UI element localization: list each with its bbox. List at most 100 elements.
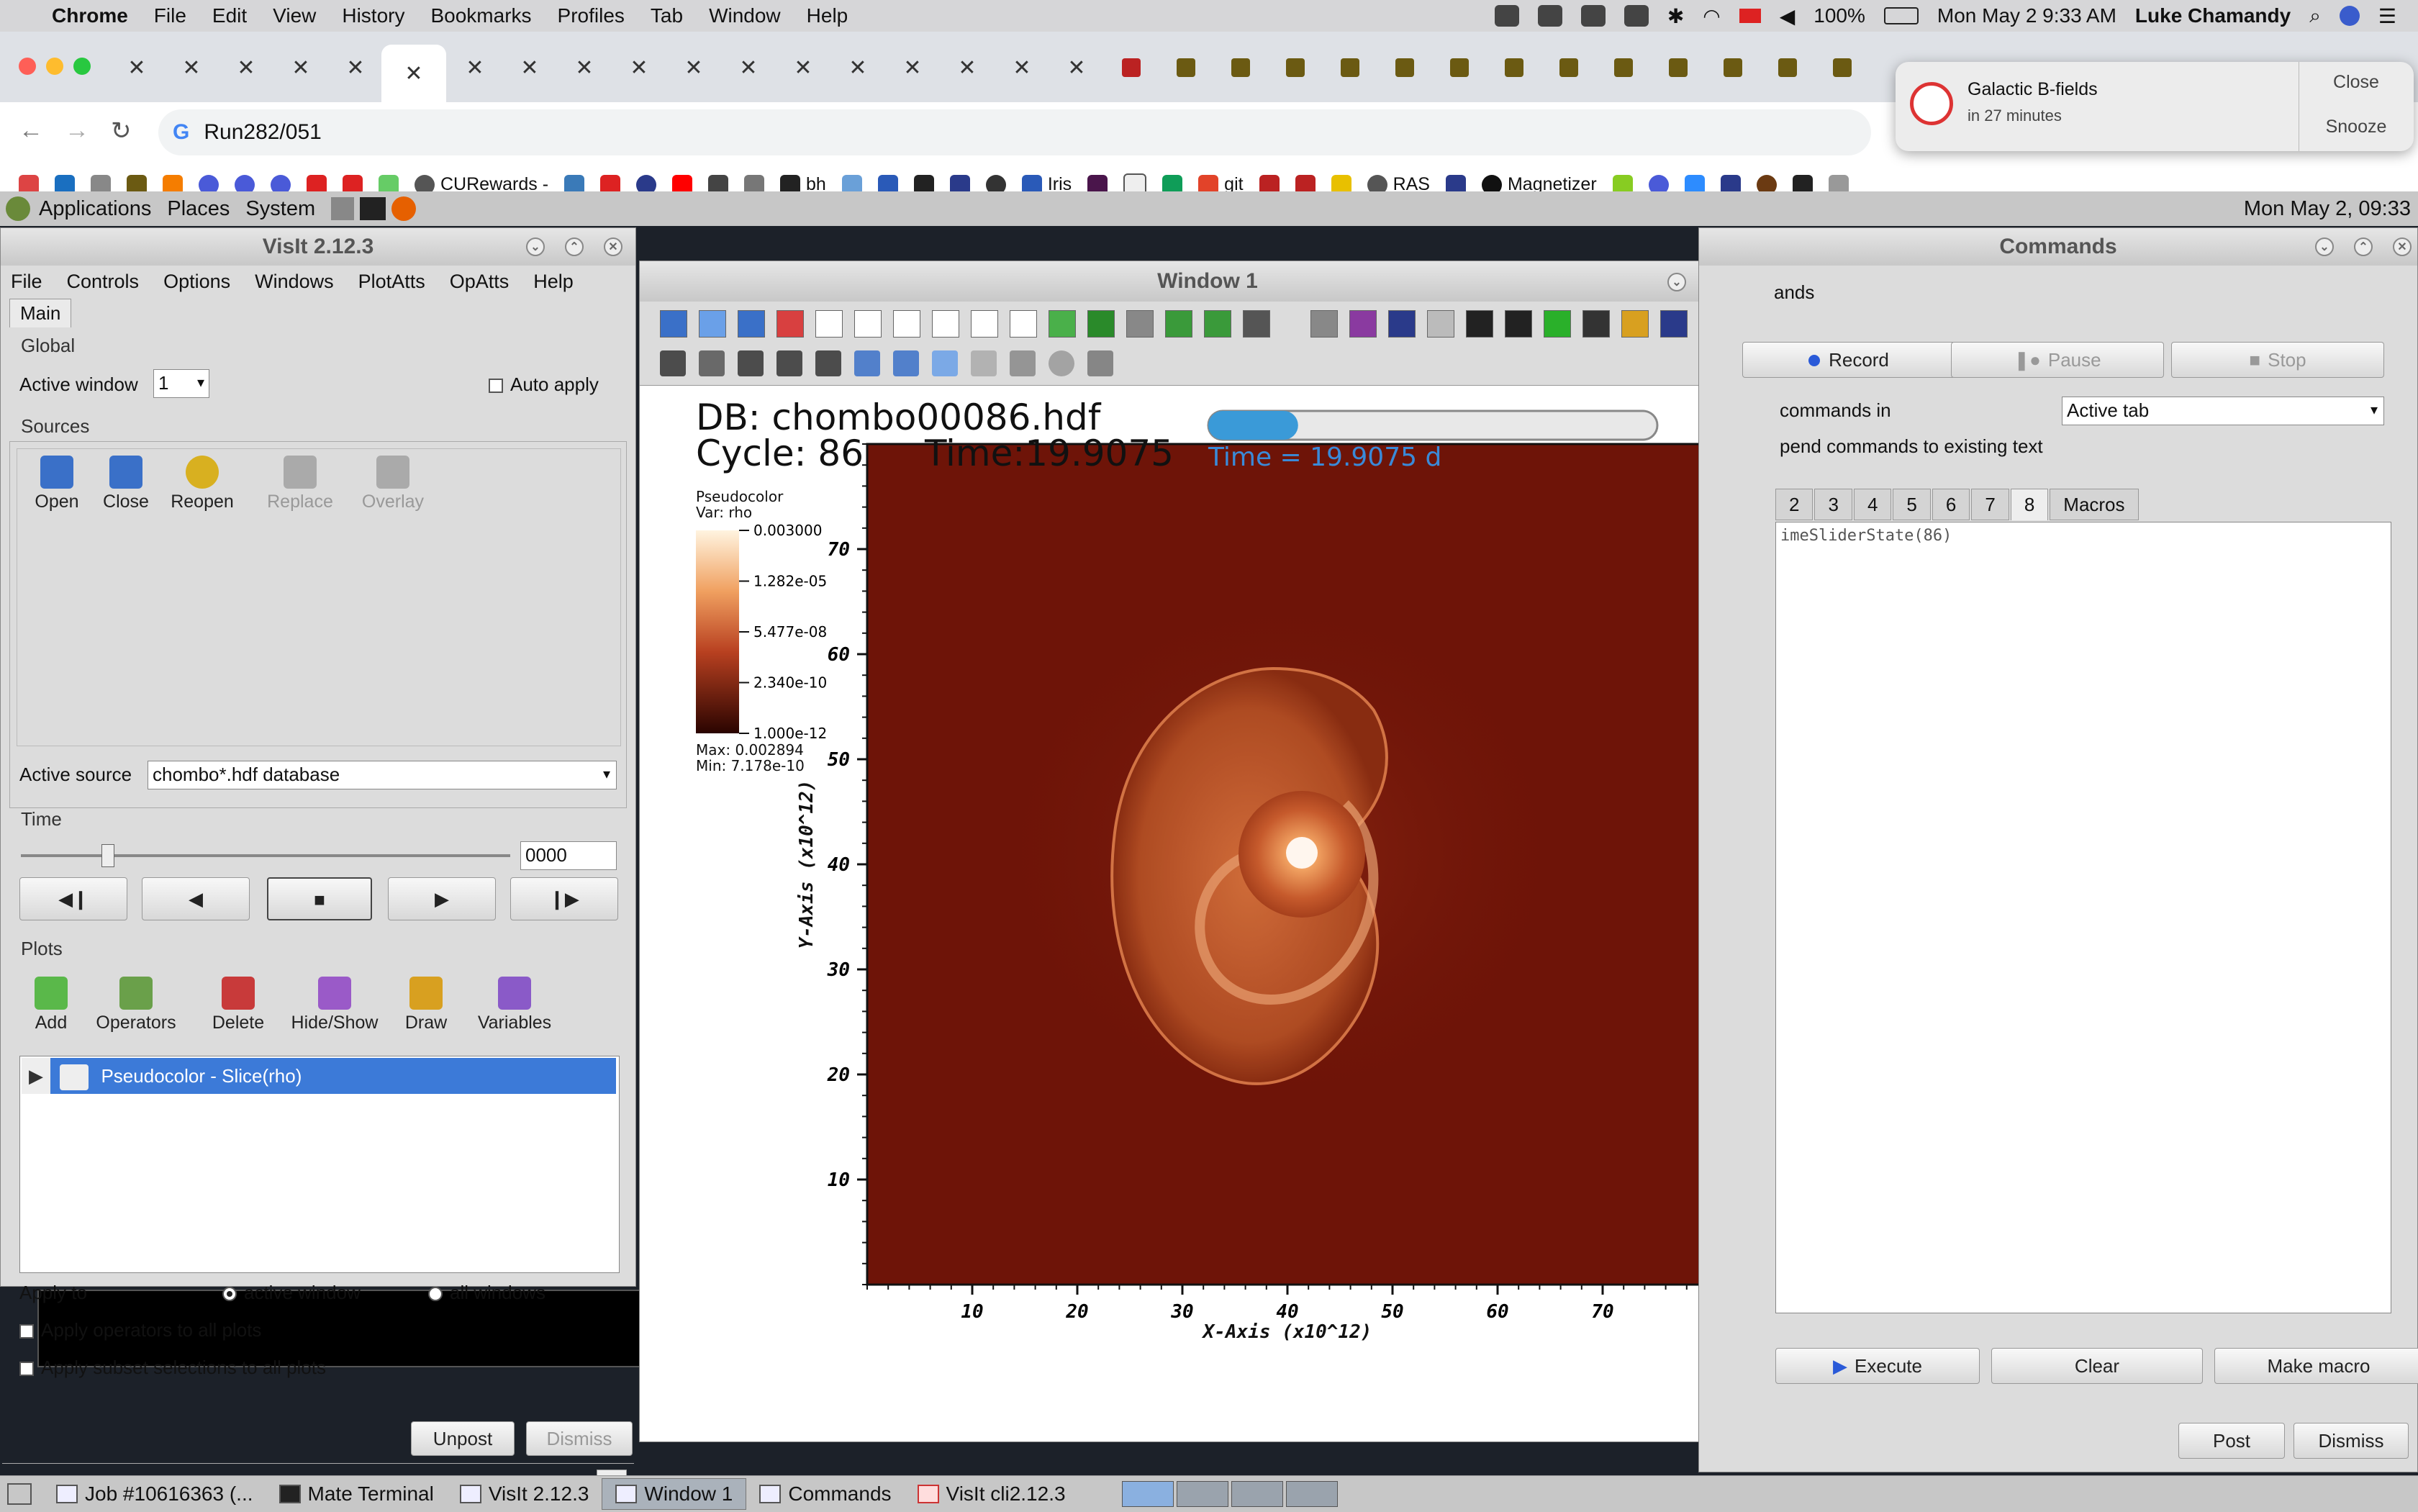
active-source-select[interactable]: chombo*.hdf database ▾ <box>148 761 617 789</box>
time-machine-icon[interactable] <box>1624 5 1649 27</box>
forward-step-button[interactable]: ❙▶ <box>510 877 618 920</box>
browser-tab[interactable]: ✕ <box>1055 47 1098 88</box>
viz-mode-icon[interactable] <box>1087 350 1113 376</box>
menu-history[interactable]: History <box>342 4 404 27</box>
viz-tool-icon[interactable] <box>1087 310 1115 338</box>
viz-tool-icon[interactable] <box>932 310 959 338</box>
workspace-switcher[interactable] <box>1121 1481 1338 1507</box>
terminal-launcher-icon[interactable] <box>360 197 386 220</box>
viz-tool-icon[interactable] <box>1621 310 1649 338</box>
volume-icon[interactable]: ◀ <box>1780 4 1796 28</box>
delete-plot-button[interactable]: Delete <box>204 977 273 1033</box>
browser-tab[interactable]: ✕ <box>727 47 770 88</box>
browser-tab[interactable]: ✕ <box>115 47 158 88</box>
clear-button[interactable]: Clear <box>1991 1348 2203 1384</box>
expand-triangle-icon[interactable]: ▶ <box>22 1058 50 1094</box>
plot-list-item[interactable]: ▶ Pseudocolor - Slice(rho) <box>22 1058 616 1094</box>
browser-tab[interactable] <box>1219 47 1262 88</box>
commands-dismiss-button[interactable]: Dismiss <box>2294 1423 2409 1459</box>
maximize-icon[interactable]: ⌃ <box>565 237 584 256</box>
minimize-icon[interactable]: ⌄ <box>526 237 545 256</box>
notification-snooze-button[interactable]: Snooze <box>2299 117 2414 137</box>
browser-tab[interactable]: ✕ <box>1000 47 1043 88</box>
viz-mode-icon[interactable] <box>738 350 764 376</box>
menu-bookmarks[interactable]: Bookmarks <box>430 4 531 27</box>
show-desktop-icon[interactable] <box>7 1483 32 1505</box>
battery-icon[interactable] <box>1883 7 1919 24</box>
viz-mode-icon[interactable] <box>893 350 919 376</box>
browser-tab[interactable] <box>1438 47 1481 88</box>
status-app-icon[interactable] <box>1494 5 1519 27</box>
maximize-icon[interactable]: ⌃ <box>2354 237 2373 256</box>
browser-tab[interactable]: ✕ <box>782 47 825 88</box>
menu-file[interactable]: File <box>154 4 186 27</box>
post-button[interactable]: Post <box>2178 1423 2285 1459</box>
apply-subset-checkbox[interactable]: Apply subset selections to all plots <box>19 1357 326 1379</box>
viz-tool-icon[interactable] <box>1466 310 1493 338</box>
gnome-foot-icon[interactable] <box>6 196 30 221</box>
append-commands-checkbox[interactable]: pend commands to existing text <box>1780 435 2043 458</box>
control-center-icon[interactable]: ☰ <box>2378 4 2396 28</box>
stop-button[interactable]: ■ <box>267 877 372 920</box>
workspace-2[interactable] <box>1176 1481 1228 1507</box>
viz-tool-icon[interactable] <box>738 310 765 338</box>
plot-canvas[interactable]: DB: chombo00086.hdf Cycle: 86 Time:19.90… <box>640 386 1775 1441</box>
operators-button[interactable]: Operators <box>86 977 186 1033</box>
time-input[interactable]: 0000 <box>520 841 617 870</box>
apply-active-window-radio[interactable]: active window <box>222 1282 361 1304</box>
commands-tab-2[interactable]: 2 <box>1775 489 1814 520</box>
viz-tool-icon[interactable] <box>660 310 687 338</box>
menu-system[interactable]: System <box>245 197 315 221</box>
menu-view[interactable]: View <box>273 4 316 27</box>
auto-apply-checkbox[interactable]: Auto apply <box>489 374 599 396</box>
minimize-icon[interactable]: ⌄ <box>1667 273 1686 291</box>
close-source-button[interactable]: Close <box>97 456 155 512</box>
commands-tab-4[interactable]: 4 <box>1853 489 1892 520</box>
viz-tool-icon[interactable] <box>893 310 920 338</box>
firefox-launcher-icon[interactable] <box>391 196 417 221</box>
viz-tool-icon[interactable] <box>1427 310 1454 338</box>
dismiss-button[interactable]: Dismiss <box>526 1421 633 1456</box>
workspace-4[interactable] <box>1285 1481 1338 1507</box>
viz-mode-icon[interactable] <box>776 350 802 376</box>
unpost-button[interactable]: Unpost <box>411 1421 515 1456</box>
viz-tool-icon[interactable] <box>776 310 804 338</box>
browser-tab[interactable] <box>1766 47 1809 88</box>
viz-mode-icon[interactable] <box>1010 350 1036 376</box>
viz-tool-icon[interactable] <box>854 310 882 338</box>
notification-close-button[interactable]: Close <box>2299 72 2414 93</box>
menu-edit[interactable]: Edit <box>212 4 247 27</box>
draw-button[interactable]: Draw <box>395 977 457 1033</box>
add-plot-button[interactable]: Add <box>22 977 80 1033</box>
workspace-3[interactable] <box>1231 1481 1283 1507</box>
tab-main[interactable]: Main <box>9 299 72 327</box>
viz-tool-icon[interactable] <box>971 310 998 338</box>
browser-tab[interactable]: ✕ <box>508 47 551 88</box>
browser-tab[interactable] <box>1383 47 1426 88</box>
commands-in-select[interactable]: Active tab ▾ <box>2062 397 2384 425</box>
viz-tool-icon[interactable] <box>1126 310 1154 338</box>
time-slider-track[interactable] <box>21 854 510 857</box>
commands-tab-5[interactable]: 5 <box>1893 489 1931 520</box>
commands-tab-3[interactable]: 3 <box>1814 489 1852 520</box>
wifi-icon[interactable]: ◠ <box>1703 4 1720 28</box>
menubar-user[interactable]: Luke Chamandy <box>2135 4 2291 27</box>
viz-mode-icon[interactable] <box>815 350 841 376</box>
browser-tab[interactable]: ✕ <box>453 47 497 88</box>
browser-tab[interactable]: ✕ <box>946 47 989 88</box>
viz-tool-icon[interactable] <box>1505 310 1532 338</box>
taskbar-item-commands[interactable]: Commands <box>746 1479 904 1509</box>
reverse-play-button[interactable]: ◀ <box>142 877 250 920</box>
gnome-clock[interactable]: Mon May 2, 09:33 <box>2244 197 2411 221</box>
browser-tab[interactable] <box>1274 47 1317 88</box>
visit-menu-opatts[interactable]: OpAtts <box>450 271 510 293</box>
apply-operators-checkbox[interactable]: Apply operators to all plots <box>19 1319 261 1341</box>
menu-applications[interactable]: Applications <box>39 197 151 221</box>
reload-icon[interactable]: ↻ <box>111 117 132 145</box>
viz-mode-icon[interactable] <box>854 350 880 376</box>
browser-tab[interactable] <box>1711 47 1754 88</box>
visit-menu-file[interactable]: File <box>11 271 42 293</box>
pause-button[interactable]: ❚● Pause <box>1951 342 2164 378</box>
viz-tool-icon[interactable] <box>1049 310 1076 338</box>
zoom-window-icon[interactable] <box>73 58 91 75</box>
